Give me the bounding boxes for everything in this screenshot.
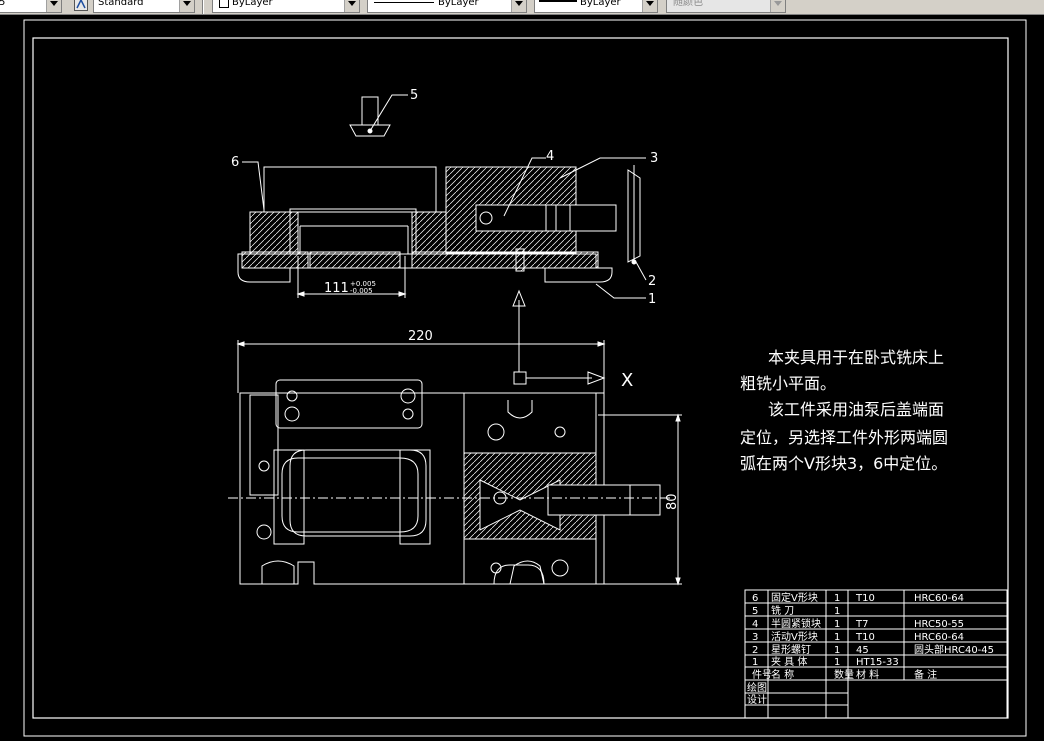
bom-header-qty: 数量: [834, 668, 854, 681]
dimension-style-combo[interactable]: 5: [0, 0, 62, 13]
linetype-value: ByLayer: [438, 0, 479, 8]
bom-cell-name: 星形螺钉: [771, 644, 811, 656]
fixed-v-block-top: [263, 166, 437, 213]
bom-cell-qty: 1: [834, 619, 840, 630]
top-view: [228, 340, 682, 586]
lock-block: [475, 204, 547, 232]
drawing-canvas[interactable]: 5 4 3 6 2 1 111 +0.005 -0.005 220 X 80 6…: [0, 15, 1044, 741]
bom-cell-no: 4: [752, 619, 758, 630]
bom-cell-note: HRC60-64: [914, 632, 964, 643]
bom-cell-no: 5: [752, 606, 758, 617]
plot-style-combo: 随颜色: [666, 0, 786, 13]
chevron-down-icon[interactable]: [642, 0, 657, 12]
axis-label-x: X: [621, 370, 633, 391]
description-line-4: 定位，另选择工件外形两端圆: [740, 428, 949, 447]
dimension-style-value: 5: [0, 0, 5, 10]
bom-cell-no: 6: [752, 593, 758, 604]
bom-cell-qty: 1: [834, 645, 840, 656]
balloon-1: 1: [648, 292, 656, 307]
bom-header-no: 件号: [752, 669, 772, 681]
lineweight-preview-icon: [539, 0, 577, 2]
bom-header-material: 材 料: [856, 668, 879, 681]
plot-style-value: 随颜色: [673, 0, 703, 8]
dimension-tol-lower: -0.005: [350, 287, 373, 295]
chevron-down-icon[interactable]: [46, 0, 61, 12]
bom-cell-no: 2: [752, 645, 758, 656]
bom-header-name: 名 称: [771, 668, 794, 681]
bom-cell-material: T7: [855, 619, 868, 630]
balloon-5: 5: [410, 88, 418, 103]
front-view: [237, 94, 647, 372]
text-style-combo[interactable]: Standard: [93, 0, 195, 13]
balloon-6: 6: [231, 155, 239, 170]
bom-cell-name: 活动V形块: [771, 631, 818, 643]
description-line-2: 粗铣小平面。: [740, 374, 837, 393]
chevron-down-icon[interactable]: [179, 0, 194, 12]
moving-block-plan: [463, 392, 597, 454]
text-style-value: Standard: [98, 0, 144, 8]
fixed-block-plan: [275, 379, 423, 429]
bom-cell-note: HRC60-64: [914, 593, 964, 604]
workpiece-plan: [289, 449, 427, 537]
bom-cell-material: T10: [855, 593, 875, 604]
lineweight-combo[interactable]: ByLayer: [534, 0, 658, 13]
chevron-down-icon[interactable]: [344, 0, 359, 12]
fixed-v-block: [249, 211, 299, 255]
bom-cell-note: 圆头部HRC40-45: [914, 643, 994, 656]
description-line-3: 该工件采用油泵后盖端面: [768, 400, 945, 419]
linetype-combo[interactable]: ByLayer: [367, 0, 527, 13]
bom-cell-name: 固定V形块: [771, 591, 818, 604]
balloon-2: 2: [648, 274, 656, 289]
description-line-1: 本夹具用于在卧式铣床上: [768, 348, 945, 367]
bom-cell-qty: 1: [834, 606, 840, 617]
color-swatch-icon: [219, 0, 229, 8]
bom-cell-no: 3: [752, 632, 758, 643]
bom-cell-name: 夹 具 体: [771, 655, 807, 668]
linetype-preview-icon: [374, 2, 434, 3]
bom-cell-material: T10: [855, 632, 875, 643]
bom-header-note: 备 注: [914, 668, 937, 681]
bom-cell-qty: 1: [834, 593, 840, 604]
cutter-shank: [361, 96, 379, 126]
bom-cell-name: 铣 刀: [771, 604, 794, 617]
bom-cell-material: HT15-33: [856, 657, 899, 668]
workpiece: [289, 208, 417, 255]
dimension-111: 111: [324, 281, 349, 296]
balloon-4: 4: [546, 149, 554, 164]
bom-cell-qty: 1: [834, 632, 840, 643]
balloon-3: 3: [650, 151, 658, 166]
color-value: ByLayer: [232, 0, 273, 8]
toolbar-separator: [202, 0, 204, 14]
bom-cell-material: 45: [856, 645, 869, 656]
bom-cell-no: 1: [752, 657, 758, 668]
description-line-5: 弧在两个V形块3，6中定位。: [740, 454, 948, 473]
chevron-down-icon[interactable]: [511, 0, 526, 12]
dimension-220: 220: [408, 329, 433, 344]
chevron-down-icon: [770, 0, 785, 12]
bom-footer-draw: 绘图: [747, 681, 767, 694]
bom-cell-note: HRC50-55: [914, 619, 964, 630]
bom-footer-design: 设计: [747, 693, 767, 706]
lineweight-value: ByLayer: [580, 0, 621, 8]
bom-cell-qty: 1: [834, 657, 840, 668]
text-style-icon[interactable]: [74, 0, 88, 11]
bom-cell-name: 半圆紧锁块: [771, 617, 821, 630]
properties-toolbar: 5 Standard ByLayer ByLayer ByLayer 随颜色: [0, 0, 1044, 15]
color-combo[interactable]: ByLayer: [212, 0, 360, 13]
